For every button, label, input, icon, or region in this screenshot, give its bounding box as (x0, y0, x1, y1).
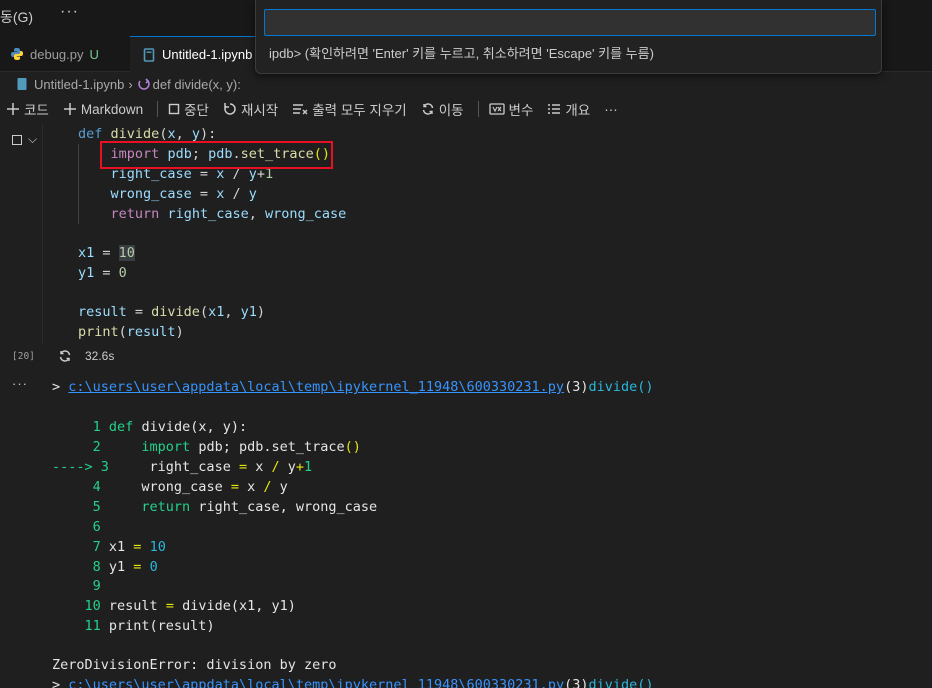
error-message: ZeroDivisionError: division by zero (52, 657, 337, 673)
function-symbol-icon (137, 78, 150, 90)
listing-line-8: 8 y1 = 0 (52, 559, 158, 575)
toolbar-divider (157, 101, 159, 117)
code-line-4[interactable]: wrong_case = x / y (78, 184, 257, 204)
notebook-icon (143, 47, 155, 62)
output-more-button[interactable]: ··· (12, 376, 28, 391)
cell-type-icon[interactable] (12, 135, 22, 145)
clear-outputs-label: 출력 모두 지우기 (312, 103, 407, 118)
plus-icon (7, 103, 19, 115)
code-line-8[interactable]: y1 = 0 (78, 263, 127, 283)
execution-count: [20] (12, 351, 35, 362)
sync-icon (422, 103, 433, 115)
code-line-11[interactable]: print(result) (78, 322, 184, 342)
trace-line: > c:\users\user\appdata\local\temp\ipyke… (52, 379, 654, 395)
listing-line-3: ----> 3 right_case = x / y+1 (52, 459, 313, 475)
menu-more-button[interactable]: ··· (60, 3, 79, 21)
add-markdown-label: Markdown (80, 101, 144, 117)
tab-label: debug.py (30, 46, 84, 62)
variables-button[interactable]: 변수 (488, 99, 534, 119)
breadcrumb-file[interactable]: Untitled-1.ipynb (34, 77, 124, 92)
chevron-right-icon: › (128, 76, 133, 92)
trace2-prefix: > (52, 677, 61, 688)
code-line-5[interactable]: return right_case, wrong_case (78, 204, 347, 224)
trace-file-link[interactable]: c:\users\user\appdata\local\temp\ipykern… (68, 677, 564, 688)
add-markdown-button[interactable]: Markdown (63, 102, 143, 117)
notebook-icon (17, 78, 27, 90)
stop-icon (168, 103, 180, 115)
restart-label: 재시작 (240, 103, 279, 118)
clear-all-outputs-button[interactable]: 출력 모두 지우기 (292, 99, 407, 119)
plus-icon (63, 103, 76, 115)
quick-input-hint: ipdb> (확인하려면 'Enter' 키를 누르고, 취소하려면 'Esca… (269, 46, 654, 61)
quick-input-widget: ipdb> (확인하려면 'Enter' 키를 누르고, 취소하려면 'Esca… (255, 0, 882, 74)
python-icon (11, 48, 23, 60)
sync-icon (59, 350, 71, 362)
interrupt-button[interactable]: 중단 (168, 99, 209, 119)
execution-duration: 32.6s (85, 349, 115, 363)
chevron-down-icon[interactable]: ⌵ (28, 132, 37, 147)
listing-line-2: 2 import pdb; pdb.set_trace() (52, 439, 361, 455)
breadcrumb-symbol[interactable]: def divide(x, y): (153, 77, 241, 92)
cell-gutter (0, 126, 42, 370)
notebook-toolbar: 코드 Markdown 중단 재시작 출력 모두 지우기 이동 변수 개요 ··… (0, 96, 932, 122)
listing-line-6: 6 (52, 519, 109, 535)
add-code-button[interactable]: 코드 (6, 99, 49, 119)
listing-line-4: 4 wrong_case = x / y (52, 479, 288, 495)
interrupt-label: 중단 (184, 103, 209, 118)
go-to-label: 이동 (438, 103, 464, 118)
tab-untitled-ipynb[interactable]: Untitled-1.ipynb (130, 36, 270, 72)
listing-line-11: 11 print(result) (52, 618, 215, 634)
outline-label: 개요 (565, 103, 591, 118)
listing-line-5: 5 return right_case, wrong_case (52, 499, 378, 515)
annotation-highlight-box (100, 141, 333, 169)
outline-button[interactable]: 개요 (547, 99, 590, 119)
quick-input-field[interactable] (264, 9, 876, 36)
variables-icon (488, 103, 505, 115)
restart-icon (224, 103, 236, 115)
listing-line-1: 1 def divide(x, y): (52, 419, 248, 435)
menu-go[interactable]: 동(G) (0, 7, 33, 27)
tab-label: Untitled-1.ipynb (162, 47, 253, 62)
toolbar-more-button[interactable]: ··· (604, 102, 618, 117)
restart-button[interactable]: 재시작 (223, 99, 278, 119)
untracked-badge: U (89, 46, 99, 62)
current-line-arrow: ----> (52, 459, 93, 475)
clear-all-icon (293, 104, 308, 115)
trace-func: divide() (588, 379, 654, 395)
add-code-label: 코드 (24, 103, 49, 118)
go-to-button[interactable]: 이동 (421, 99, 464, 119)
trace-file-link[interactable]: c:\users\user\appdata\local\temp\ipykern… (68, 379, 564, 395)
tab-debug-py[interactable]: debug.py U (0, 36, 130, 72)
trace-line-2: > c:\users\user\appdata\local\temp\ipyke… (52, 675, 654, 688)
more-icon: ··· (604, 101, 618, 117)
code-line-7[interactable]: x1 = 10 (78, 243, 135, 263)
toolbar-divider (477, 101, 479, 117)
listing-line-7: 7 x1 = 10 (52, 539, 166, 555)
variables-label: 변수 (508, 103, 534, 118)
listing-line-9: 9 (52, 578, 109, 594)
trace-lineno: (3) (564, 677, 589, 688)
code-line-10[interactable]: result = divide(x1, y1) (78, 302, 265, 322)
listing-line-10: 10 result = divide(x1, y1) (52, 598, 296, 614)
trace-func: divide() (588, 677, 654, 688)
breadcrumb: Untitled-1.ipynb › def divide(x, y): (0, 72, 932, 96)
trace-lineno: (3) (564, 379, 589, 395)
list-icon (548, 104, 561, 114)
